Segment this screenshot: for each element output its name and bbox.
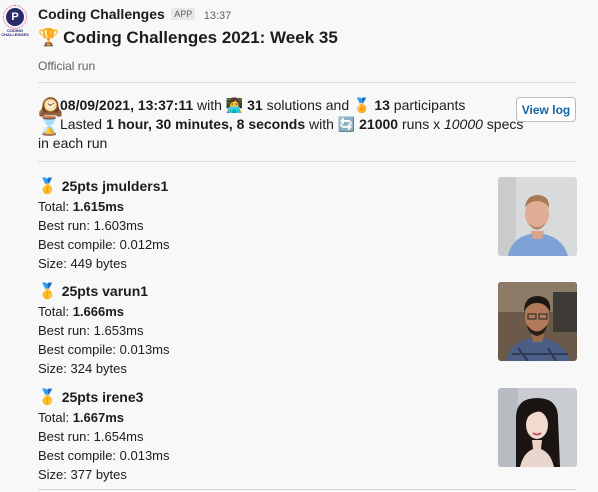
- summary-text: with: [193, 97, 226, 113]
- entry-size: Size: 449 bytes: [38, 256, 127, 271]
- total-label: Total:: [38, 410, 73, 425]
- app-logo-caption: CODING CHALLENGES: [1, 28, 29, 37]
- divider: [38, 489, 576, 490]
- entry-name-text: 25pts varun1: [61, 283, 149, 299]
- solutions-count: 31: [247, 97, 263, 113]
- message-header: Coding Challenges APP 13:37: [38, 6, 231, 24]
- entry-best-compile: Best compile: 0.012ms: [38, 237, 170, 252]
- entry-best-run: Best run: 1.654ms: [38, 429, 144, 444]
- participant-photo[interactable]: [498, 177, 577, 256]
- leaderboard-entry: 🥇 25pts varun1 Total: 1.666ms Best run: 1…: [38, 282, 578, 377]
- total-label: Total:: [38, 304, 73, 319]
- total-value: 1.667ms: [72, 410, 125, 425]
- trophy-icon: 🏆: [38, 28, 60, 47]
- entry-name: 🥇 25pts varun1: [38, 282, 148, 300]
- summary-line-3: in each run: [38, 135, 108, 151]
- run-date: 08/09/2021, 13:37:11: [60, 97, 194, 113]
- summary-line-1: 08/09/2021, 13:37:11 with 👩‍💻 31 solutio…: [38, 96, 508, 115]
- gold-medal-icon: 🥇: [38, 283, 57, 300]
- run-duration: 1 hour, 30 minutes, 8 seconds: [105, 116, 306, 132]
- entry-name: 🥇 25pts jmulders1: [38, 177, 168, 195]
- entry-name-text: 25pts irene3: [61, 389, 144, 405]
- entry-name: 🥇 25pts irene3: [38, 388, 143, 406]
- timestamp[interactable]: 13:37: [204, 10, 232, 22]
- summary-text: solutions and: [262, 97, 354, 113]
- summary-text: with: [305, 116, 338, 132]
- summary-text: participants: [389, 97, 466, 113]
- message-subtitle: Official run: [38, 59, 96, 73]
- participants-count: 13: [374, 97, 390, 113]
- summary-text: runs x: [398, 116, 444, 132]
- hourglass-icon: ⌛: [38, 116, 61, 136]
- runs-count: 21000: [359, 116, 399, 132]
- run-summary: 🕰️ ⌛ 08/09/2021, 13:37:11 with 👩‍💻 31 so…: [38, 96, 523, 153]
- participant-photo[interactable]: [498, 388, 577, 467]
- summary-line-2: Lasted 1 hour, 30 minutes, 8 seconds wit…: [38, 115, 523, 134]
- entry-total: Total: 1.667ms: [38, 410, 124, 425]
- app-logo: P: [3, 5, 27, 29]
- app-avatar[interactable]: P CODING CHALLENGES: [1, 5, 29, 38]
- specs-count: 10000: [443, 116, 483, 132]
- technologist-icon: 👩‍💻: [225, 97, 244, 113]
- participant-photo-image: [498, 282, 577, 361]
- view-log-button[interactable]: View log: [516, 97, 576, 122]
- entry-best-run: Best run: 1.653ms: [38, 323, 144, 338]
- total-value: 1.666ms: [72, 304, 125, 319]
- repeat-icon: 🔄: [337, 116, 356, 132]
- entry-total: Total: 1.615ms: [38, 199, 124, 214]
- participant-photo-image: [498, 177, 577, 256]
- total-value: 1.615ms: [72, 199, 125, 214]
- participant-photo[interactable]: [498, 282, 577, 361]
- medal-icon: 🏅: [353, 97, 371, 113]
- gold-medal-icon: 🥇: [38, 178, 57, 195]
- title-text: Coding Challenges 2021: Week 35: [63, 28, 338, 47]
- app-name[interactable]: Coding Challenges: [38, 6, 165, 22]
- app-badge: APP: [171, 8, 196, 20]
- message-title: 🏆 Coding Challenges 2021: Week 35: [38, 28, 338, 48]
- divider: [38, 82, 576, 83]
- total-label: Total:: [38, 199, 73, 214]
- entry-size: Size: 377 bytes: [38, 467, 127, 482]
- participant-photo-image: [498, 388, 577, 467]
- entry-best-compile: Best compile: 0.013ms: [38, 342, 170, 357]
- summary-text: Lasted: [60, 116, 106, 132]
- gold-medal-icon: 🥇: [38, 389, 57, 406]
- entry-best-run: Best run: 1.603ms: [38, 218, 144, 233]
- entry-name-text: 25pts jmulders1: [61, 178, 169, 194]
- entry-total: Total: 1.666ms: [38, 304, 124, 319]
- clock-icon: 🕰️: [38, 96, 63, 118]
- leaderboard-entry: 🥇 25pts irene3 Total: 1.667ms Best run: 1…: [38, 388, 578, 483]
- entry-best-compile: Best compile: 0.013ms: [38, 448, 170, 463]
- divider: [38, 161, 576, 162]
- leaderboard-entry: 🥇 25pts jmulders1 Total: 1.615ms Best run…: [38, 177, 578, 272]
- entry-size: Size: 324 bytes: [38, 361, 127, 376]
